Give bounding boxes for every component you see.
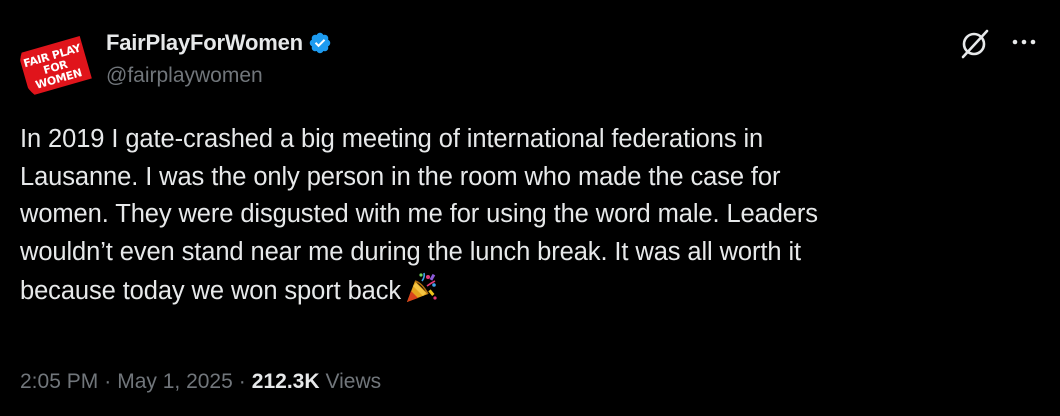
party-popper-icon [407, 272, 437, 302]
meta-separator: · [238, 370, 246, 393]
views-label: Views [325, 370, 382, 393]
tweet-date[interactable]: May 1, 2025 [117, 370, 233, 394]
tweet-meta: 2:05 PM · May 1, 2025 · 212.3K Views [20, 370, 381, 394]
verified-badge-icon[interactable] [308, 31, 332, 55]
author-handle[interactable]: @fairplaywomen [106, 64, 263, 88]
tweet-text: In 2019 I gate-crashed a big meeting of … [20, 121, 1030, 311]
tweet-card: FAIR PLAY FOR WOMEN FairPlayForWomen @fa… [0, 0, 1060, 416]
tweet-text-line: because today we won sport back [20, 277, 402, 305]
views-count[interactable]: 212.3K [252, 370, 320, 394]
avatar-logo: FAIR PLAY FOR WOMEN [20, 36, 92, 96]
more-icon[interactable] [1010, 30, 1038, 54]
tweet-text-line: women. They were disgusted with me for u… [20, 200, 818, 228]
grok-icon[interactable] [958, 27, 992, 61]
meta-separator: · [104, 370, 112, 393]
tweet-text-line: Lausanne. I was the only person in the r… [20, 162, 781, 191]
tweet-text-line: In 2019 I gate-crashed a big meeting of … [20, 125, 764, 153]
author-name-row: FairPlayForWomen [106, 27, 332, 59]
author-display-name[interactable]: FairPlayForWomen [106, 30, 303, 56]
tweet-text-line: wouldn’t even stand near me during the l… [20, 237, 801, 266]
avatar[interactable]: FAIR PLAY FOR WOMEN [20, 24, 100, 104]
tweet-text-line-last: because today we won sport back [20, 271, 1030, 311]
tweet-time[interactable]: 2:05 PM [20, 370, 98, 394]
